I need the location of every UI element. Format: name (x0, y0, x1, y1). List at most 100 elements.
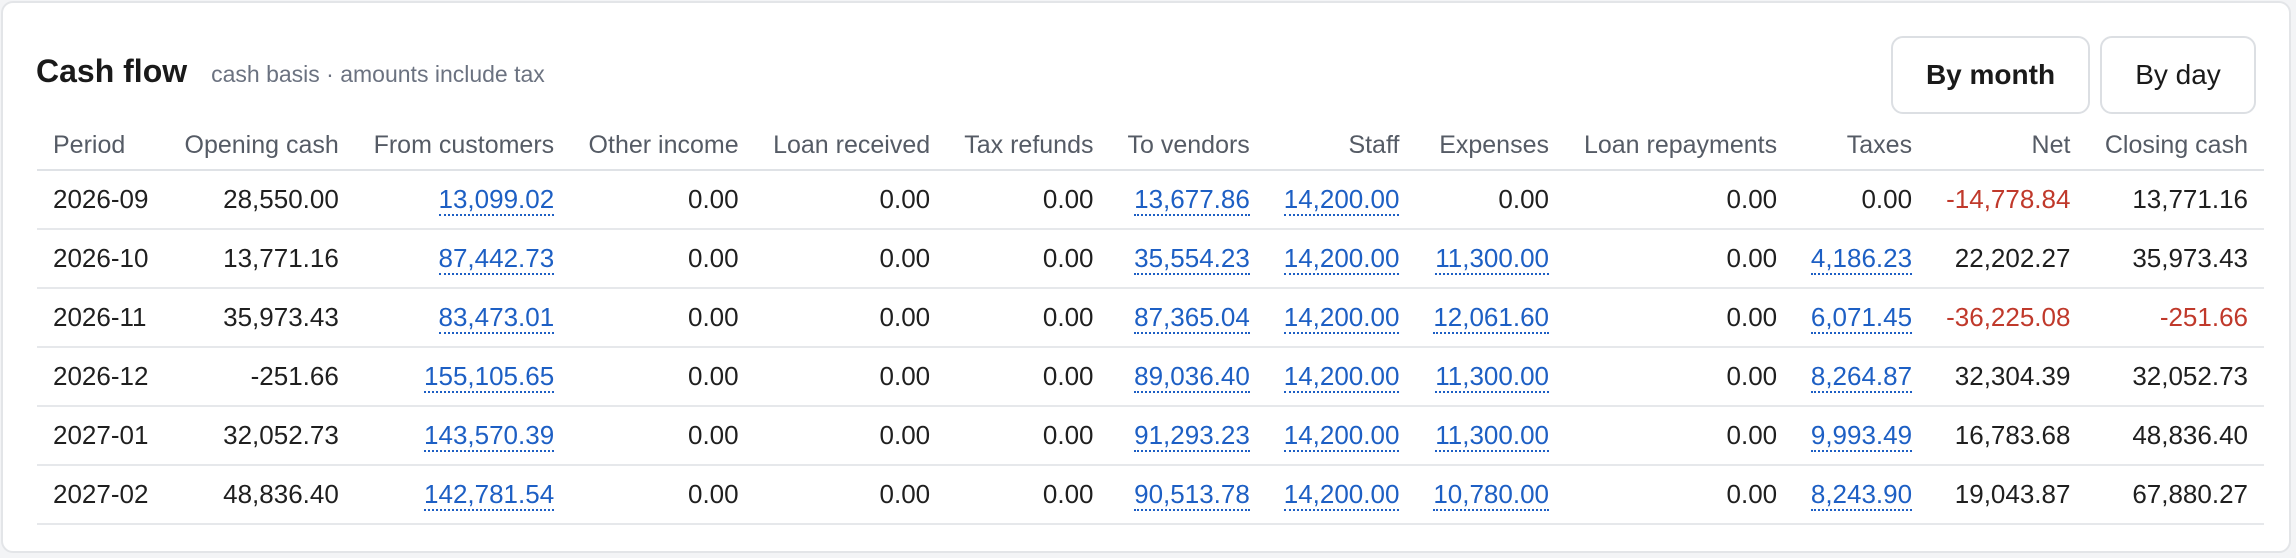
cell-loan-received: 0.00 (754, 465, 947, 525)
table-row: 2027-01 32,052.73 143,570.39 0.00 0.00 0.00 91… (37, 406, 2264, 466)
expenses-link[interactable]: 11,300.00 (1435, 243, 1549, 275)
taxes-link[interactable]: 9,993.49 (1810, 420, 1913, 452)
cell-other-income: 0.00 (570, 465, 755, 525)
cell-to-vendors: 13,677.86 (1109, 170, 1266, 230)
to-vendors-link[interactable]: 13,677.86 (1134, 184, 1250, 216)
cell-opening-cash: 48,836.40 (166, 465, 355, 525)
cell-closing-cash: 67,880.27 (2086, 465, 2264, 525)
cell-from-customers: 142,781.54 (354, 465, 571, 525)
to-vendors-link[interactable]: 87,365.04 (1134, 302, 1250, 334)
cell-net: -36,225.08 (1928, 288, 2087, 348)
cell-loan-repayments: 0.00 (1565, 347, 1794, 407)
taxes-link[interactable]: 8,243.90 (1810, 479, 1913, 511)
cell-opening-cash: 35,973.43 (166, 288, 355, 348)
staff-link[interactable]: 14,200.00 (1283, 479, 1400, 511)
to-vendors-link[interactable]: 35,554.23 (1134, 243, 1250, 275)
from-customers-link[interactable]: 83,473.01 (438, 302, 555, 334)
cell-to-vendors: 35,554.23 (1109, 229, 1266, 289)
from-customers-link[interactable]: 87,442.73 (438, 243, 555, 275)
expenses-link[interactable]: 12,061.60 (1433, 302, 1549, 334)
expenses-link[interactable]: 10,780.00 (1433, 479, 1549, 511)
cell-opening-cash: 28,550.00 (166, 170, 355, 230)
cell-opening-cash: -251.66 (166, 347, 355, 407)
cell-expenses: 0.00 (1415, 170, 1565, 230)
cell-loan-received: 0.00 (754, 170, 947, 230)
cell-period: 2026-12 (37, 347, 167, 407)
staff-link[interactable]: 14,200.00 (1283, 243, 1400, 275)
from-customers-link[interactable]: 155,105.65 (424, 361, 555, 393)
cell-net: 32,304.39 (1928, 347, 2087, 407)
cell-tax-refunds: 0.00 (946, 288, 1110, 348)
cell-taxes: 8,243.90 (1793, 465, 1929, 525)
taxes-link[interactable]: 4,186.23 (1810, 243, 1913, 275)
header-row: Period Opening cash From customers Other in… (37, 121, 2264, 171)
cell-net: 19,043.87 (1928, 465, 2087, 525)
cash-flow-table: Period Opening cash From customers Other in… (37, 121, 2264, 525)
cell-period: 2027-01 (37, 406, 167, 466)
cell-loan-received: 0.00 (754, 229, 947, 289)
taxes-link[interactable]: 8,264.87 (1810, 361, 1913, 393)
page-subtitle: cash basis · amounts include tax (211, 61, 545, 87)
cell-loan-repayments: 0.00 (1565, 229, 1794, 289)
cell-taxes: 9,993.49 (1793, 406, 1929, 466)
cell-to-vendors: 91,293.23 (1109, 406, 1266, 466)
column-header-from-customers: From customers (354, 121, 571, 171)
card-header: Cash flow cash basis · amounts include t… (36, 53, 545, 90)
cell-opening-cash: 13,771.16 (166, 229, 355, 289)
cell-staff: 14,200.00 (1265, 465, 1416, 525)
column-header-net: Net (1928, 121, 2087, 171)
cell-loan-received: 0.00 (754, 406, 947, 466)
to-vendors-link[interactable]: 91,293.23 (1134, 420, 1250, 452)
table-body: 2026-09 28,550.00 13,099.02 0.00 0.00 0.00 13,… (37, 170, 2264, 525)
staff-link[interactable]: 14,200.00 (1283, 361, 1400, 393)
column-header-staff: Staff (1265, 121, 1416, 171)
expenses-link[interactable]: 11,300.00 (1435, 361, 1549, 393)
by-day-button[interactable]: By day (2100, 36, 2256, 114)
cell-tax-refunds: 0.00 (946, 347, 1110, 407)
table-row: 2026-12 -251.66 155,105.65 0.00 0.00 0.00 89,0… (37, 347, 2264, 407)
to-vendors-link[interactable]: 90,513.78 (1134, 479, 1250, 511)
cell-from-customers: 83,473.01 (354, 288, 571, 348)
cell-loan-repayments: 0.00 (1565, 406, 1794, 466)
by-month-button[interactable]: By month (1891, 36, 2090, 114)
cell-tax-refunds: 0.00 (946, 170, 1110, 230)
from-customers-link[interactable]: 13,099.02 (438, 184, 555, 216)
cell-expenses: 11,300.00 (1415, 229, 1565, 289)
cell-taxes: 8,264.87 (1793, 347, 1929, 407)
table-header: Period Opening cash From customers Other in… (37, 121, 2264, 171)
table-row: 2026-09 28,550.00 13,099.02 0.00 0.00 0.00 13,… (37, 170, 2264, 230)
cell-staff: 14,200.00 (1265, 347, 1416, 407)
staff-link[interactable]: 14,200.00 (1283, 184, 1400, 216)
cell-closing-cash: 35,973.43 (2086, 229, 2264, 289)
cell-closing-cash: 13,771.16 (2086, 170, 2264, 230)
from-customers-link[interactable]: 142,781.54 (424, 479, 555, 511)
cell-period: 2027-02 (37, 465, 167, 525)
column-header-loan-received: Loan received (754, 121, 947, 171)
cell-other-income: 0.00 (570, 170, 755, 230)
taxes-link[interactable]: 6,071.45 (1810, 302, 1913, 334)
cell-from-customers: 13,099.02 (354, 170, 571, 230)
from-customers-link[interactable]: 143,570.39 (424, 420, 555, 452)
cell-taxes: 0.00 (1793, 170, 1929, 230)
cell-other-income: 0.00 (570, 406, 755, 466)
cell-loan-received: 0.00 (754, 288, 947, 348)
cell-net: 22,202.27 (1928, 229, 2087, 289)
cell-from-customers: 155,105.65 (354, 347, 571, 407)
cell-other-income: 0.00 (570, 347, 755, 407)
cell-taxes: 4,186.23 (1793, 229, 1929, 289)
cell-staff: 14,200.00 (1265, 406, 1416, 466)
staff-link[interactable]: 14,200.00 (1283, 420, 1400, 452)
column-header-to-vendors: To vendors (1109, 121, 1266, 171)
cash-flow-card: Cash flow cash basis · amounts include t… (1, 1, 2291, 553)
cell-loan-repayments: 0.00 (1565, 465, 1794, 525)
page-title: Cash flow (36, 53, 188, 89)
cell-closing-cash: 32,052.73 (2086, 347, 2264, 407)
table-row: 2027-02 48,836.40 142,781.54 0.00 0.00 0.00 90… (37, 465, 2264, 525)
expenses-link[interactable]: 11,300.00 (1435, 420, 1549, 452)
table-row: 2026-10 13,771.16 87,442.73 0.00 0.00 0.00 35,… (37, 229, 2264, 289)
cell-expenses: 11,300.00 (1415, 406, 1565, 466)
to-vendors-link[interactable]: 89,036.40 (1134, 361, 1250, 393)
cell-tax-refunds: 0.00 (946, 229, 1110, 289)
staff-link[interactable]: 14,200.00 (1283, 302, 1400, 334)
column-header-opening-cash: Opening cash (166, 121, 355, 171)
